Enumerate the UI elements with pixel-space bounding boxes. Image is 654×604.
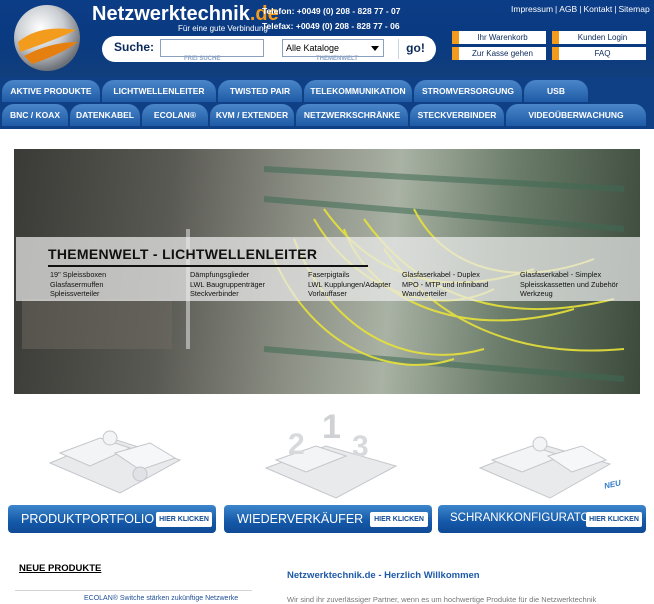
banner-column-1: 19" Spleissboxen Glasfasermuffen Spleiss… bbox=[50, 270, 106, 299]
agb-link[interactable]: AGB bbox=[559, 4, 577, 14]
puzzle-rack-icon bbox=[478, 436, 612, 499]
banner-link[interactable]: Glasfaserkabel - Duplex bbox=[402, 270, 488, 280]
faq-button[interactable]: FAQ bbox=[552, 47, 646, 60]
promo-label: SCHRANKKONFIGURATOR bbox=[450, 512, 598, 524]
sitemap-link[interactable]: Sitemap bbox=[618, 4, 649, 14]
divider bbox=[15, 590, 252, 591]
catalog-select[interactable]: Alle Kataloge bbox=[282, 39, 384, 57]
logo-ball-icon[interactable] bbox=[10, 2, 84, 74]
svg-text:3: 3 bbox=[352, 430, 369, 463]
search-label: Suche: bbox=[114, 40, 155, 54]
kunden-login-button[interactable]: Kunden Login bbox=[552, 31, 646, 44]
header: Netzwerktechnik.de Für eine gute Verbind… bbox=[0, 0, 654, 80]
banner-column-3: Faserpigtails LWL Kupplungen/Adapter Vor… bbox=[308, 270, 391, 299]
promo-wiederverkaeufer[interactable]: WIEDERVERKÄUFER HIER KLICKEN bbox=[224, 505, 432, 533]
kontakt-link[interactable]: Kontakt bbox=[583, 4, 612, 14]
banner-link[interactable]: LWL Baugruppenträger bbox=[190, 280, 265, 290]
banner-link[interactable]: MPO - MTP und Infiniband bbox=[402, 280, 488, 290]
page: Netzwerktechnik.de Für eine gute Verbind… bbox=[0, 0, 654, 604]
free-search-label: FREI SUCHE bbox=[184, 56, 221, 62]
tab-datenkabel[interactable]: DATENKABEL bbox=[70, 104, 140, 126]
puzzle-123-icon: 2 1 3 bbox=[264, 408, 398, 499]
tab-twisted-pair[interactable]: TWISTED PAIR bbox=[218, 80, 302, 102]
tab-steckverbinder[interactable]: STECKVERBINDER bbox=[410, 104, 504, 126]
banner-link[interactable]: Dämpfungsglieder bbox=[190, 270, 265, 280]
promo-produktportfolio[interactable]: PRODUKTPORTFOLIO HIER KLICKEN bbox=[8, 505, 216, 533]
themenwelt-banner[interactable]: THEMENWELT - LICHTWELLENLEITER 19" Splei… bbox=[14, 149, 640, 394]
warenkorb-button[interactable]: Ihr Warenkorb bbox=[452, 31, 546, 44]
banner-link[interactable]: Spleisskassetten und Zubehör bbox=[520, 280, 618, 290]
banner-column-2: Dämpfungsglieder LWL Baugruppenträger St… bbox=[190, 270, 265, 299]
search-input[interactable] bbox=[160, 39, 264, 57]
search-bar: Suche: FREI SUCHE Alle Kataloge THEMENWE… bbox=[102, 36, 436, 62]
phone-number: Telefon: +0049 (0) 208 - 828 77 - 07 bbox=[262, 6, 401, 16]
tab-ecolan[interactable]: ECOLAN® bbox=[142, 104, 208, 126]
kasse-button[interactable]: Zur Kasse gehen bbox=[452, 47, 546, 60]
banner-link[interactable]: LWL Kupplungen/Adapter bbox=[308, 280, 391, 290]
themenwelt-label: THEMENWELT bbox=[316, 56, 358, 62]
svg-text:1: 1 bbox=[322, 408, 341, 446]
catalog-select-value: Alle Kataloge bbox=[286, 43, 340, 53]
tab-aktive-produkte[interactable]: AKTIVE PRODUKTE bbox=[2, 80, 100, 102]
welcome-title: Netzwerktechnik.de - Herzlich Willkommen bbox=[287, 570, 480, 581]
neue-produkte-heading[interactable]: NEUE PRODUKTE bbox=[19, 563, 101, 574]
brand-name[interactable]: Netzwerktechnik.de bbox=[92, 3, 279, 26]
chevron-down-icon bbox=[371, 46, 379, 51]
main-nav: AKTIVE PRODUKTE LICHTWELLENLEITER TWISTE… bbox=[0, 77, 654, 129]
promo-label: WIEDERVERKÄUFER bbox=[237, 512, 364, 526]
tab-bnc-koax[interactable]: BNC / KOAX bbox=[2, 104, 68, 126]
welcome-text: Wir sind ihr zuverlässiger Partner, wenn… bbox=[287, 595, 597, 604]
tab-videoueberwachung[interactable]: VIDEOÜBERWACHUNG bbox=[506, 104, 646, 126]
banner-link[interactable]: Spleissverteiler bbox=[50, 289, 106, 299]
banner-link[interactable]: Vorlauffaser bbox=[308, 289, 391, 299]
banner-link[interactable]: Glasfasermuffen bbox=[50, 280, 106, 290]
banner-link[interactable]: Faserpigtails bbox=[308, 270, 391, 280]
impressum-link[interactable]: Impressum bbox=[511, 4, 553, 14]
banner-link[interactable]: Wandverteiler bbox=[402, 289, 488, 299]
tagline: Für eine gute Verbindung bbox=[178, 24, 268, 33]
banner-column-5: Glasfaserkabel - Simplex Spleisskassette… bbox=[520, 270, 618, 299]
tab-kvm-extender[interactable]: KVM / EXTENDER bbox=[210, 104, 294, 126]
svg-text:2: 2 bbox=[288, 428, 305, 461]
top-links: Impressum | AGB | Kontakt | Sitemap bbox=[511, 4, 650, 14]
tab-telekommunikation[interactable]: TELEKOMMUNIKATION bbox=[304, 80, 412, 102]
hier-klicken-button[interactable]: HIER KLICKEN bbox=[156, 512, 212, 527]
banner-link[interactable]: Werkzeug bbox=[520, 289, 618, 299]
banner-link[interactable]: Glasfaserkabel - Simplex bbox=[520, 270, 618, 280]
banner-title: THEMENWELT - LICHTWELLENLEITER bbox=[48, 246, 318, 262]
tab-stromversorgung[interactable]: STROMVERSORGUNG bbox=[414, 80, 522, 102]
tab-netzwerkschraenke[interactable]: NETZWERKSCHRÄNKE bbox=[296, 104, 408, 126]
go-button[interactable]: go! bbox=[398, 39, 432, 59]
banner-link[interactable]: Steckverbinder bbox=[190, 289, 265, 299]
promo-schrankkonfigurator[interactable]: SCHRANKKONFIGURATOR HIER KLICKEN bbox=[438, 505, 646, 533]
banner-title-underline bbox=[48, 265, 368, 267]
news-link[interactable]: ECOLAN® Switche stärken zukünftige Netzw… bbox=[84, 595, 238, 602]
banner-link[interactable]: 19" Spleissboxen bbox=[50, 270, 106, 280]
banner-column-4: Glasfaserkabel - Duplex MPO - MTP und In… bbox=[402, 270, 488, 299]
fax-number: Telefax: +0049 (0) 208 - 828 77 - 06 bbox=[262, 21, 400, 31]
puzzle-icon bbox=[48, 430, 182, 494]
hier-klicken-button[interactable]: HIER KLICKEN bbox=[370, 512, 428, 527]
promo-label: PRODUKTPORTFOLIO bbox=[21, 512, 155, 526]
tab-usb[interactable]: USB bbox=[524, 80, 588, 102]
hier-klicken-button[interactable]: HIER KLICKEN bbox=[586, 512, 642, 527]
tab-lichtwellenleiter[interactable]: LICHTWELLENLEITER bbox=[102, 80, 216, 102]
